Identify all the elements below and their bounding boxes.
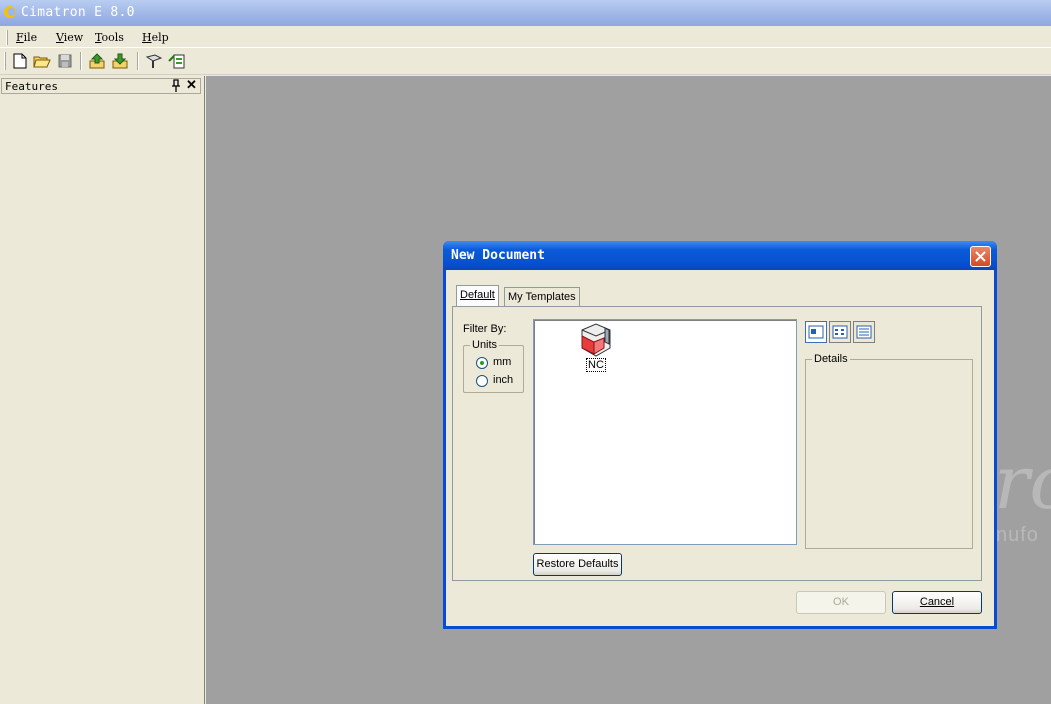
default-tab-panel: Filter By: Units mm inch NC Details Rest… — [452, 306, 982, 581]
import-button[interactable] — [87, 51, 107, 71]
open-button[interactable] — [32, 51, 52, 71]
tab-default-label: Default — [460, 289, 495, 301]
open-folder-icon — [33, 56, 51, 68]
tab-my-templates[interactable]: My Templates — [504, 287, 580, 307]
filter-by-label: Filter By: — [463, 323, 507, 335]
close-icon — [975, 251, 986, 262]
cimatron-logo-icon — [4, 6, 16, 18]
nc-setup-button[interactable] — [167, 51, 187, 71]
export-button[interactable] — [110, 51, 130, 71]
features-close-icon[interactable]: ✕ — [186, 77, 197, 93]
list-view-icon — [832, 325, 848, 339]
restore-defaults-button[interactable]: Restore Defaults — [533, 553, 622, 576]
menu-help[interactable]: Help — [142, 31, 169, 44]
cancel-button[interactable]: Cancel — [892, 591, 982, 614]
export-icon — [112, 53, 128, 69]
import-icon — [89, 53, 105, 69]
save-icon — [58, 54, 72, 68]
details-view-button[interactable] — [853, 321, 875, 343]
save-button[interactable] — [55, 51, 75, 71]
main-toolbar — [0, 48, 1051, 75]
menu-tools[interactable]: Tools — [95, 31, 124, 44]
features-panel-title: Features — [5, 80, 58, 93]
workspace-watermark-subtitle: nufo — [996, 524, 1039, 546]
new-document-dialog: New Document Default My Templates Filter… — [443, 241, 997, 629]
dialog-titlebar[interactable]: New Document — [443, 241, 997, 270]
new-document-icon — [13, 53, 27, 69]
menu-view[interactable]: View — [56, 31, 83, 44]
toolbar-grip[interactable] — [4, 52, 6, 70]
nc-document-icon — [581, 323, 611, 357]
dialog-title: New Document — [451, 248, 545, 263]
units-legend: Units — [470, 339, 500, 351]
tab-my-templates-label: My Templates — [508, 291, 576, 303]
large-icons-view-icon — [808, 325, 824, 339]
menu-file[interactable]: File — [16, 31, 37, 44]
ok-button[interactable]: OK — [796, 591, 886, 614]
mm-radio-label[interactable]: mm — [493, 356, 511, 368]
details-legend: Details — [812, 353, 850, 365]
nc-wizard-icon — [145, 54, 163, 68]
features-panel-header: Features ✕ — [1, 77, 201, 94]
new-document-button[interactable] — [10, 51, 30, 71]
nc-setup-icon — [168, 54, 185, 69]
mm-radio[interactable] — [476, 357, 488, 369]
template-list[interactable]: NC — [533, 319, 797, 545]
menu-grip[interactable] — [6, 30, 8, 45]
toolbar-separator — [80, 52, 82, 70]
app-titlebar: Cimatron E 8.0 — [0, 0, 1051, 26]
tab-default[interactable]: Default — [456, 285, 499, 307]
units-groupbox: Units mm inch — [463, 339, 524, 393]
inch-radio-label[interactable]: inch — [493, 374, 513, 386]
details-view-icon — [856, 325, 872, 339]
menu-bar: File View Tools Help — [0, 26, 1051, 48]
large-icons-view-button[interactable] — [805, 321, 827, 343]
inch-radio[interactable] — [476, 375, 488, 387]
list-view-button[interactable] — [829, 321, 851, 343]
nc-template-label[interactable]: NC — [586, 358, 606, 372]
pin-icon[interactable] — [170, 79, 182, 93]
app-title: Cimatron E 8.0 — [21, 5, 135, 20]
workspace-watermark: ro — [994, 440, 1051, 526]
details-groupbox: Details — [805, 353, 973, 549]
toolbar-separator — [137, 52, 139, 70]
dialog-close-button[interactable] — [970, 246, 991, 267]
features-panel: Features ✕ — [0, 76, 205, 704]
nc-wizard-button[interactable] — [144, 51, 164, 71]
